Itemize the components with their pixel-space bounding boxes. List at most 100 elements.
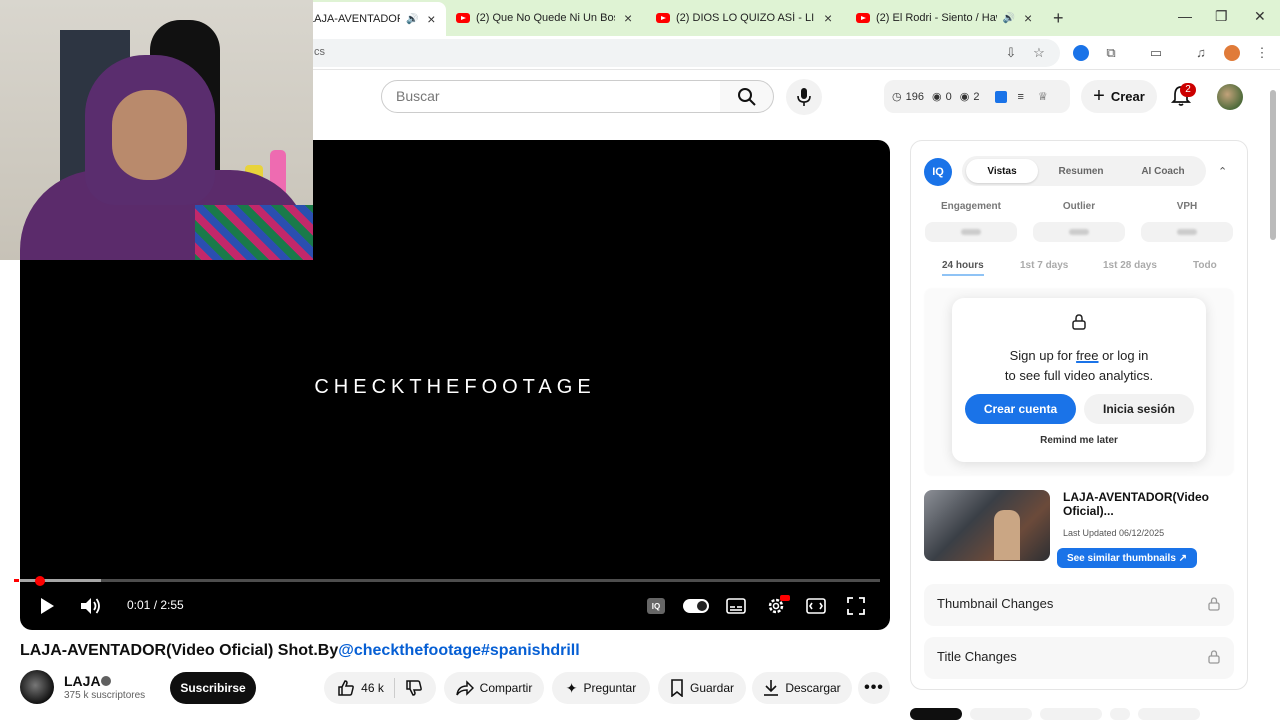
video-thumbnail[interactable] bbox=[924, 490, 1050, 561]
microphone-icon bbox=[797, 88, 811, 106]
sparkle-icon: ✦ bbox=[565, 679, 578, 696]
filter-chip[interactable] bbox=[1110, 708, 1130, 720]
tab-ai-coach[interactable]: AI Coach bbox=[1124, 159, 1202, 183]
save-button[interactable]: Guardar bbox=[658, 672, 746, 704]
tab-2[interactable]: (2) Que No Quede Ni Un Bostezo × bbox=[448, 4, 643, 32]
subtitles-icon bbox=[726, 598, 746, 614]
tab-title: LAJA-AVENTADOR(Video Oficial) Shot.By bbox=[308, 13, 400, 25]
share-button[interactable]: Compartir bbox=[444, 672, 544, 704]
close-tab-icon[interactable]: × bbox=[621, 10, 635, 26]
voice-search-button[interactable] bbox=[786, 79, 822, 115]
media-control-icon[interactable]: ♫ bbox=[1193, 45, 1209, 61]
feature-title-changes[interactable]: Title Changes bbox=[924, 637, 1234, 679]
dislike-button[interactable] bbox=[405, 679, 423, 697]
like-dislike-group: 46 k bbox=[324, 672, 436, 704]
toggle-icon bbox=[683, 599, 709, 613]
lock-icon bbox=[1208, 650, 1220, 664]
reading-list-icon[interactable]: ▭ bbox=[1148, 45, 1164, 61]
subscriber-count: 375 k suscriptores bbox=[64, 690, 146, 701]
login-button[interactable]: Inicia sesión bbox=[1084, 394, 1194, 424]
minimize-icon[interactable]: — bbox=[1178, 8, 1192, 24]
signup-line1-pre: Sign up for bbox=[1009, 348, 1077, 363]
metric-outlier-label: Outlier bbox=[1062, 201, 1096, 212]
browser-menu-icon[interactable]: ⋮ bbox=[1254, 45, 1270, 61]
create-account-button[interactable]: Crear cuenta bbox=[965, 394, 1076, 424]
webcam-blanket bbox=[195, 205, 313, 260]
ask-button[interactable]: ✦ Preguntar bbox=[552, 672, 650, 704]
fullscreen-button[interactable] bbox=[844, 595, 868, 617]
more-actions-button[interactable]: ••• bbox=[858, 672, 890, 704]
tab-title: (2) El Rodri - Siento / Hawái bbox=[876, 12, 997, 24]
tab-title: (2) Que No Quede Ni Un Bostezo bbox=[476, 12, 615, 24]
vidiq-player-button[interactable]: IQ bbox=[644, 595, 668, 617]
new-tab-icon[interactable]: + bbox=[1053, 8, 1064, 29]
trophy-icon[interactable]: ♕ bbox=[1038, 90, 1048, 103]
like-count: 46 k bbox=[361, 681, 384, 695]
install-icon[interactable]: ⇩ bbox=[1003, 45, 1019, 61]
webcam-person-face bbox=[112, 90, 187, 180]
tab-4[interactable]: (2) El Rodri - Siento / Hawái 🔊 × bbox=[848, 4, 1043, 32]
webcam-overlay bbox=[0, 0, 313, 260]
more-horizontal-icon: ••• bbox=[864, 679, 884, 696]
filter-chip[interactable] bbox=[970, 708, 1032, 720]
signup-line1-post: or log in bbox=[1098, 348, 1149, 363]
buffer-bar bbox=[14, 579, 101, 582]
feature-thumbnail-changes[interactable]: Thumbnail Changes bbox=[924, 584, 1234, 626]
close-window-icon[interactable]: ✕ bbox=[1254, 8, 1266, 25]
range-28-days[interactable]: 1st 28 days bbox=[1103, 260, 1157, 271]
tab-active[interactable]: LAJA-AVENTADOR(Video Oficial) Shot.By 🔊 … bbox=[300, 2, 446, 36]
download-button[interactable]: Descargar bbox=[752, 672, 852, 704]
volume-button[interactable] bbox=[79, 595, 103, 617]
metric-vph-label: VPH bbox=[1176, 201, 1198, 212]
share-label: Compartir bbox=[479, 681, 533, 695]
profile-avatar-icon[interactable] bbox=[1224, 45, 1240, 61]
theater-icon bbox=[806, 598, 826, 614]
ask-label: Preguntar bbox=[583, 681, 637, 695]
vidiq-extension-icon[interactable] bbox=[1073, 45, 1089, 61]
subtitles-button[interactable] bbox=[724, 595, 748, 617]
filter-chip-active[interactable] bbox=[910, 708, 962, 720]
play-button[interactable] bbox=[35, 595, 59, 617]
panel-tab-group: Vistas Resumen AI Coach bbox=[962, 156, 1206, 186]
remind-later-link[interactable]: Remind me later bbox=[952, 435, 1206, 446]
vidiq-icon[interactable] bbox=[995, 90, 1008, 103]
feature-label: Thumbnail Changes bbox=[937, 596, 1054, 611]
progress-bar[interactable] bbox=[14, 579, 880, 582]
tab-3[interactable]: (2) DIOS LO QUIZO ASÍ - LIL NAS × bbox=[648, 4, 843, 32]
tab-vistas[interactable]: Vistas bbox=[966, 159, 1038, 183]
like-button[interactable]: 46 k bbox=[337, 679, 384, 697]
page-scrollbar[interactable] bbox=[1270, 90, 1276, 240]
play-icon bbox=[41, 598, 54, 614]
autoplay-toggle[interactable] bbox=[682, 595, 710, 617]
channel-avatar[interactable] bbox=[20, 670, 54, 704]
user-avatar[interactable] bbox=[1217, 84, 1243, 110]
tab-resumen[interactable]: Resumen bbox=[1042, 159, 1120, 183]
video-title-link[interactable]: @checkthefootage#spanishdrill bbox=[338, 642, 579, 659]
settings-button[interactable] bbox=[764, 595, 790, 617]
search-input[interactable]: Buscar bbox=[381, 80, 721, 113]
video-title: LAJA-AVENTADOR(Video Oficial) Shot.By@ch… bbox=[20, 642, 580, 660]
channel-name[interactable]: LAJA bbox=[64, 673, 101, 689]
download-icon bbox=[764, 680, 779, 696]
filter-chip[interactable] bbox=[1138, 708, 1200, 720]
extensions-puzzle-icon[interactable]: ⧉ bbox=[1103, 45, 1119, 61]
omnibox[interactable]: cs bbox=[300, 39, 1060, 67]
close-tab-icon[interactable]: × bbox=[1021, 10, 1035, 26]
range-24-hours[interactable]: 24 hours bbox=[942, 260, 984, 276]
range-7-days[interactable]: 1st 7 days bbox=[1020, 260, 1068, 271]
tab-title: (2) DIOS LO QUIZO ASÍ - LIL NAS bbox=[676, 12, 815, 24]
filter-chip[interactable] bbox=[1040, 708, 1102, 720]
played-bar bbox=[14, 579, 20, 582]
subscribe-button[interactable]: Suscribirse bbox=[170, 672, 256, 704]
chevron-up-icon[interactable]: ⌃ bbox=[1218, 165, 1227, 178]
list-icon[interactable]: ≡ bbox=[1017, 91, 1023, 103]
create-button[interactable]: + Crear bbox=[1081, 80, 1157, 113]
theater-mode-button[interactable] bbox=[804, 595, 828, 617]
maximize-icon[interactable]: ❐ bbox=[1215, 8, 1228, 25]
search-button[interactable] bbox=[720, 80, 774, 113]
bookmark-star-icon[interactable]: ☆ bbox=[1031, 45, 1047, 61]
range-all[interactable]: Todo bbox=[1193, 260, 1217, 271]
close-tab-icon[interactable]: × bbox=[425, 11, 438, 27]
similar-thumbnails-button[interactable]: See similar thumbnails ↗ bbox=[1057, 548, 1197, 568]
close-tab-icon[interactable]: × bbox=[821, 10, 835, 26]
